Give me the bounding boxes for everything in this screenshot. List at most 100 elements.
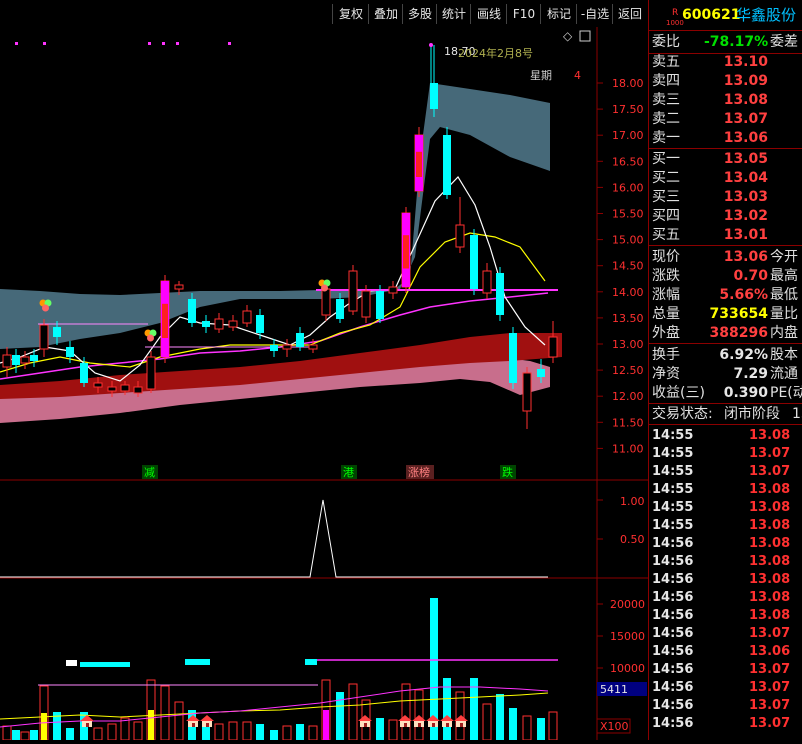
tick-price: 13.08 [749,482,791,497]
price-tick-label: 17.50 [612,103,644,116]
bid-row[interactable]: 买五 13.01 [652,226,768,244]
quote-row-1: 现价 13.06 今开 [652,248,798,266]
jingzi-label: 净资 [652,366,680,382]
price-tick-label: 12.50 [612,364,644,377]
volume-bar [93,727,103,741]
sep [649,424,802,425]
volume-current: 5411 [600,683,628,696]
volume-tick-label: 10000 [610,662,645,675]
volume-bar [133,721,143,741]
back-button[interactable]: 返回 [612,4,647,24]
ask-row[interactable]: 卖四 13.09 [652,72,768,90]
ask-label: 卖三 [652,92,680,108]
candle-body [2,354,12,368]
candle-body [80,363,88,383]
quote-panel: R 1000 600621 华鑫股份 委比 -78.17% 委差 卖五 13.10… [648,0,802,740]
tick-row: 14:56 13.06 [652,643,790,661]
price-tick-label: 17.00 [612,129,644,142]
volume-bar [348,683,358,741]
tick-time: 14:56 [652,554,694,569]
tick-price: 13.07 [749,716,791,731]
tick-time: 14:55 [652,464,694,479]
candle-body [496,273,504,315]
bid-row[interactable]: 买三 13.03 [652,188,768,206]
volume-bar [537,718,545,740]
quote-row-7: 净资 7.29 流通 [652,365,798,383]
candle-body [455,224,465,248]
ask-price: 13.06 [723,130,768,146]
ask-row[interactable]: 卖五 13.10 [652,53,768,71]
candle-body [120,384,130,392]
tick-row: 14:55 13.08 [652,481,790,499]
mark-button[interactable]: 标记 [540,4,577,24]
weekday-value: 4 [574,69,581,82]
tick-row: 14:56 13.07 [652,625,790,643]
candle-body [214,318,224,330]
volume-bar [482,703,492,741]
ask-row[interactable]: 卖三 13.08 [652,91,768,109]
draw-line-button[interactable]: 画线 [470,4,507,24]
price-tick-label: 15.50 [612,208,644,221]
upper-band [0,83,550,349]
volume-bar [256,724,264,740]
status-row: 交易状态: 闭市阶段 15 [652,405,802,423]
tick-row: 14:56 13.08 [652,589,790,607]
tick-time: 14:56 [652,536,694,551]
f10-button[interactable]: F10 [506,4,541,24]
ask-price: 13.09 [723,73,768,89]
candle-body [361,290,371,318]
tick-price: 13.08 [749,536,791,551]
date-label: 2024年2月8号 [458,46,533,60]
tick-time: 14:56 [652,716,694,731]
statistics-button[interactable]: 统计 [436,4,471,24]
volume-bar [174,701,184,741]
watchlist-button[interactable]: -自选 [576,4,613,24]
stock-name: 华鑫股份 [736,6,797,24]
pe-label: PE(动 [770,385,802,401]
tick-row: 14:55 13.07 [652,445,790,463]
candle-body [242,310,252,324]
tick-row: 14:55 13.08 [652,427,790,445]
weibi-label: 委比 [652,34,680,50]
price-tick-label: 13.50 [612,312,644,325]
candle-body [509,333,517,383]
bid-row[interactable]: 买一 13.05 [652,150,768,168]
multi-stock-button[interactable]: 多股 [402,4,437,24]
ask-row[interactable]: 卖一 13.06 [652,129,768,147]
candle-body [228,320,238,328]
candle-body [296,333,304,347]
window-box-icon[interactable] [579,30,591,42]
price-tick-label: 11.50 [612,416,644,429]
zuidi-label: 最低 [770,287,798,303]
candle-body [53,327,61,337]
price-tick-label: 11.00 [612,442,644,455]
tick-time: 14:56 [652,662,694,677]
quote-row-6: 换手 6.92% 股本 [652,346,798,364]
ball-marker-2 [144,329,157,342]
zuigao-label: 最高 [770,268,798,284]
overlay-button[interactable]: 叠加 [368,4,403,24]
signal-gang: 港 [343,466,354,479]
kline-chart[interactable]: ◇ 18.70 2024年2月8号 星期 4 18.00 17.50 17.00… [0,27,648,741]
candle-body [376,291,384,319]
bid-row[interactable]: 买二 13.04 [652,169,768,187]
volume-bar-highlight [323,710,329,740]
vol-flag-cyan-3 [305,659,317,665]
status-extra: 15 [792,406,802,422]
ask-row[interactable]: 卖二 13.07 [652,110,768,128]
bid-label: 买四 [652,208,680,224]
volume-bar [522,715,532,741]
tick-row: 14:56 13.08 [652,553,790,571]
quote-row-4: 总量 733654 量比 [652,305,798,323]
fuquan-button[interactable]: 复权 [332,4,369,24]
price-tick-label: 18.00 [612,77,644,90]
stock-code: 600621 [682,7,741,23]
bid-label: 买一 [652,151,680,167]
bid-row[interactable]: 买四 13.02 [652,207,768,225]
diamond-icon[interactable]: ◇ [563,29,573,43]
liangbi-label: 量比 [770,306,798,322]
quote-row-5: 外盘 388296 内盘 [652,324,798,342]
tick-row: 14:56 13.07 [652,715,790,733]
price-tick-label: 16.00 [612,181,644,194]
bid-price: 13.04 [723,170,768,186]
